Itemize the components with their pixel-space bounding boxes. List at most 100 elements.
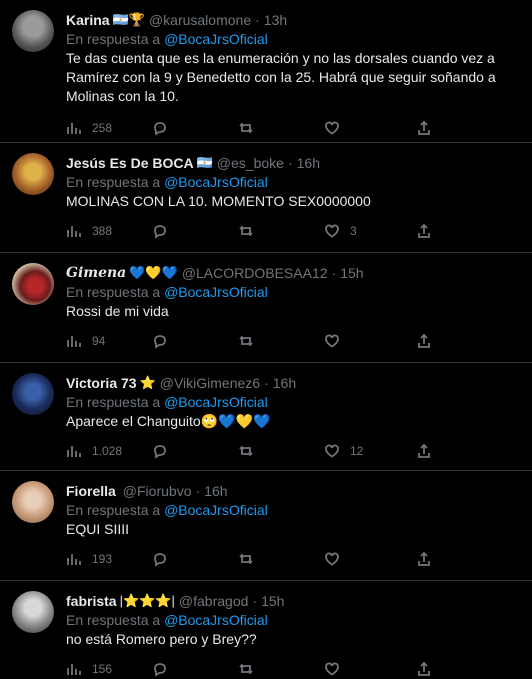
reply-to-link[interactable]: @BocaJrsOficial (164, 612, 268, 628)
retweet-button[interactable] (238, 443, 324, 459)
display-name[interactable]: Gimena (66, 265, 126, 281)
timestamp[interactable]: 15h (340, 265, 363, 281)
retweet-button[interactable] (238, 333, 324, 349)
like-button[interactable]: 3 (324, 223, 416, 239)
display-name[interactable]: Fiorella (66, 483, 116, 499)
reply-prefix: En respuesta a (66, 174, 161, 190)
reply-button[interactable] (152, 661, 238, 677)
share-button[interactable] (416, 223, 432, 239)
timestamp[interactable]: 13h (264, 12, 287, 28)
share-icon (418, 223, 430, 238)
retweet-button[interactable] (238, 661, 324, 677)
tweet[interactable]: Karina 🇦🇷🏆 @karusalomone · 13h En respue… (0, 0, 532, 143)
user-handle[interactable]: @fabragod (179, 593, 248, 609)
avatar[interactable] (12, 373, 54, 415)
like-button[interactable] (324, 333, 416, 349)
tweet[interactable]: fabrista |⭐⭐⭐| @fabragod · 15h En respue… (0, 581, 532, 679)
reply-button[interactable] (152, 333, 238, 349)
views-button[interactable]: 156 (66, 661, 152, 677)
like-button[interactable]: 12 (324, 443, 416, 459)
display-name[interactable]: Jesús Es De BOCA (66, 155, 194, 171)
tweet[interactable]: Jesús Es De BOCA 🇦🇷 @es_boke · 16h En re… (0, 143, 532, 253)
avatar[interactable] (12, 153, 54, 195)
action-bar: 156 (66, 659, 518, 679)
retweet-icon (239, 663, 253, 675)
retweet-button[interactable] (238, 551, 324, 567)
action-bar: 94 (66, 331, 518, 351)
share-button[interactable] (416, 333, 432, 349)
reply-icon (154, 553, 166, 567)
share-button[interactable] (416, 661, 432, 677)
reply-to-link[interactable]: @BocaJrsOficial (164, 394, 268, 410)
reply-button[interactable] (152, 120, 238, 136)
views-button[interactable]: 388 (66, 223, 152, 239)
reply-button[interactable] (152, 443, 238, 459)
share-button[interactable] (416, 120, 432, 136)
avatar[interactable] (12, 263, 54, 305)
name-badges: 🇦🇷🏆 (112, 12, 145, 27)
share-icon (418, 551, 430, 566)
like-button[interactable] (324, 661, 416, 677)
user-handle[interactable]: @Fiorubvo (123, 483, 192, 499)
tweet[interactable]: Gimena 💙💛💙 @LACORDOBESAA12 · 15h En resp… (0, 253, 532, 363)
views-count: 388 (92, 224, 113, 238)
like-button[interactable] (324, 551, 416, 567)
separator-dot: · (255, 12, 260, 28)
share-button[interactable] (416, 551, 432, 567)
share-icon (418, 333, 430, 348)
reply-icon (154, 445, 166, 459)
user-handle[interactable]: @VikiGimenez6 (160, 375, 260, 391)
views-button[interactable]: 258 (66, 120, 152, 136)
reply-to-link[interactable]: @BocaJrsOficial (164, 284, 268, 300)
avatar[interactable] (12, 481, 54, 523)
action-bar: 258 (66, 118, 518, 138)
tweet-text: Rossi de mi vida (66, 303, 169, 319)
tweet[interactable]: Fiorella @Fiorubvo · 16h En respuesta a … (0, 471, 532, 581)
share-button[interactable] (416, 443, 432, 459)
reply-to-link[interactable]: @BocaJrsOficial (164, 174, 268, 190)
reply-to-link[interactable]: @BocaJrsOficial (164, 502, 268, 518)
reply-to-link[interactable]: @BocaJrsOficial (164, 31, 268, 47)
avatar[interactable] (12, 591, 54, 633)
reply-button[interactable] (152, 223, 238, 239)
separator-dot: · (264, 375, 269, 391)
timestamp[interactable]: 16h (297, 155, 320, 171)
name-badges: |⭐⭐⭐| (119, 593, 175, 608)
avatar[interactable] (12, 10, 54, 52)
display-name[interactable]: Karina (66, 12, 110, 28)
retweet-icon (239, 553, 253, 565)
tweet-text: EQUI SIIII (66, 521, 130, 537)
separator-dot: · (287, 155, 293, 171)
user-handle[interactable]: @LACORDOBESAA12 (182, 265, 328, 281)
retweet-button[interactable] (238, 120, 324, 136)
like-icon (325, 121, 339, 135)
reply-context: En respuesta a @BocaJrsOficial (66, 612, 518, 628)
reply-button[interactable] (152, 551, 238, 567)
views-icon (67, 446, 81, 457)
reply-icon (154, 335, 166, 349)
like-icon (325, 224, 339, 238)
views-count: 193 (92, 552, 113, 566)
display-name[interactable]: fabrista (66, 593, 117, 609)
tweet[interactable]: Victoria 73 ⭐ @VikiGimenez6 · 16h En res… (0, 363, 532, 471)
likes-count: 12 (350, 444, 364, 458)
views-icon (67, 336, 81, 347)
share-icon (418, 443, 430, 458)
display-name[interactable]: Victoria 73 (66, 375, 137, 391)
like-button[interactable] (324, 120, 416, 136)
action-bar: 1.028 12 (66, 441, 518, 461)
views-button[interactable]: 94 (66, 333, 152, 349)
reply-icon (154, 663, 166, 677)
user-handle[interactable]: @es_boke (217, 155, 284, 171)
timestamp[interactable]: 16h (204, 483, 227, 499)
views-button[interactable]: 193 (66, 551, 152, 567)
retweet-button[interactable] (238, 223, 324, 239)
views-button[interactable]: 1.028 (66, 443, 152, 459)
user-handle[interactable]: @karusalomone (149, 12, 251, 28)
views-count: 94 (92, 334, 106, 348)
views-icon (67, 226, 81, 237)
action-bar: 193 (66, 549, 518, 569)
name-badges: 🇦🇷 (196, 155, 213, 170)
timestamp[interactable]: 15h (261, 593, 284, 609)
timestamp[interactable]: 16h (273, 375, 296, 391)
